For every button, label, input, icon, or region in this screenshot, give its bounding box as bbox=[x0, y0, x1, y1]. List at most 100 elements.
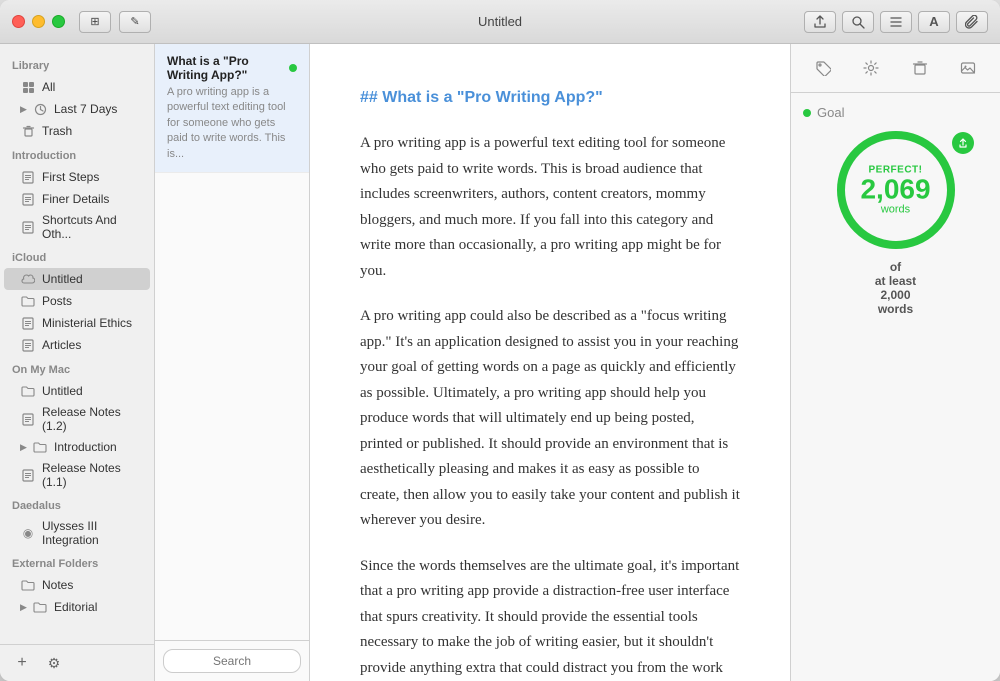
expand-arrow-last7: ▶ bbox=[20, 104, 30, 115]
stats-toolbar bbox=[791, 44, 1000, 93]
sidebar-item-posts[interactable]: Posts bbox=[4, 290, 150, 312]
sidebar-item-editorial-label: Editorial bbox=[54, 600, 97, 614]
search-input[interactable] bbox=[163, 649, 301, 673]
sidebar-toggle-button[interactable]: ⊞ bbox=[79, 11, 111, 33]
sheet-title: What is a "Pro Writing App?" bbox=[167, 54, 297, 82]
list-icon bbox=[889, 15, 903, 29]
trash-stats-icon bbox=[912, 60, 928, 76]
font-button[interactable]: A bbox=[918, 11, 950, 33]
tag-icon bbox=[815, 60, 831, 76]
sidebar-footer: + ⚙ bbox=[0, 644, 154, 681]
stats-content: Goal PERFECT! 2,069 words bbox=[791, 93, 1000, 681]
sheet-preview: A pro writing app is a powerful text edi… bbox=[167, 85, 297, 162]
settings-stats-icon bbox=[863, 60, 879, 76]
folder-icon-editorial bbox=[32, 599, 48, 615]
folder-icon-posts bbox=[20, 293, 36, 309]
sidebar-item-release-notes-11[interactable]: Release Notes (1.1) bbox=[4, 458, 150, 492]
sheet-item-pro-writing[interactable]: What is a "Pro Writing App?" A pro writi… bbox=[155, 44, 309, 173]
minimize-button[interactable] bbox=[32, 15, 45, 28]
sidebar-item-release-notes-12[interactable]: Release Notes (1.2) bbox=[4, 402, 150, 436]
add-icon: + bbox=[17, 654, 26, 672]
external-section-label: External Folders bbox=[0, 550, 154, 574]
sidebar-item-articles[interactable]: Articles bbox=[4, 334, 150, 356]
at-least-label: at least bbox=[875, 274, 916, 288]
search-button[interactable] bbox=[842, 11, 874, 33]
delete-stats-button[interactable] bbox=[906, 54, 934, 82]
sidebar-item-shortcuts[interactable]: Shortcuts And Oth... bbox=[4, 210, 150, 244]
image-stats-button[interactable] bbox=[954, 54, 982, 82]
titlebar: ⊞ ✎ Untitled bbox=[0, 0, 1000, 44]
sidebar-item-untitled-icloud[interactable]: Untitled bbox=[4, 268, 150, 290]
sheet-list: What is a "Pro Writing App?" A pro writi… bbox=[155, 44, 310, 681]
sidebar-item-trash[interactable]: Trash bbox=[4, 120, 150, 142]
sheet-list-footer bbox=[155, 640, 309, 681]
list-view-button[interactable] bbox=[880, 11, 912, 33]
sidebar-item-introduction-mac[interactable]: ▶ Introduction bbox=[4, 436, 150, 458]
sidebar-item-shortcuts-label: Shortcuts And Oth... bbox=[42, 213, 142, 241]
target-label: words bbox=[878, 302, 913, 316]
daedalus-section-label: Daedalus bbox=[0, 492, 154, 516]
tag-button[interactable] bbox=[809, 54, 837, 82]
image-icon bbox=[960, 60, 976, 76]
ulysses-icon: ◉ bbox=[20, 525, 36, 541]
goal-label: Goal bbox=[803, 105, 988, 120]
expand-arrow-intro: ▶ bbox=[20, 442, 30, 453]
circle-share-icon bbox=[958, 138, 968, 148]
sidebar-item-mac-untitled[interactable]: Untitled bbox=[4, 380, 150, 402]
edit-button[interactable]: ✎ bbox=[119, 11, 151, 33]
sidebar-item-ulysses[interactable]: ◉ Ulysses III Integration bbox=[4, 516, 150, 550]
doc-icon-release11 bbox=[20, 467, 36, 483]
sidebar-item-last7[interactable]: ▶ Last 7 Days bbox=[4, 98, 150, 120]
folder-icon-notes bbox=[20, 577, 36, 593]
font-icon: A bbox=[929, 14, 938, 29]
introduction-section-label: Introduction bbox=[0, 142, 154, 166]
sidebar-toggle-icon: ⊞ bbox=[90, 15, 99, 28]
goal-sublabel: of at least 2,000 words bbox=[803, 260, 988, 316]
window-title-text: Untitled bbox=[478, 14, 522, 29]
circle-share-button[interactable] bbox=[952, 132, 974, 154]
sidebar-item-last7-label: Last 7 Days bbox=[54, 102, 117, 116]
sidebar-item-trash-label: Trash bbox=[42, 124, 72, 138]
trash-icon bbox=[20, 123, 36, 139]
sidebar-item-release11-label: Release Notes (1.1) bbox=[42, 461, 142, 489]
sidebar-item-release12-label: Release Notes (1.2) bbox=[42, 405, 142, 433]
editor-paragraph-3: Since the words themselves are the ultim… bbox=[360, 554, 740, 681]
window-title: Untitled bbox=[478, 14, 522, 29]
sidebar-item-editorial[interactable]: ▶ Editorial bbox=[4, 596, 150, 618]
settings-icon: ⚙ bbox=[48, 655, 61, 672]
sidebar-item-first-steps[interactable]: First Steps bbox=[4, 166, 150, 188]
icloud-section-label: iCloud bbox=[0, 244, 154, 268]
share-icon bbox=[813, 15, 827, 29]
sidebar-item-first-steps-label: First Steps bbox=[42, 170, 99, 184]
sheet-list-scroll: What is a "Pro Writing App?" A pro writi… bbox=[155, 44, 309, 640]
sidebar-scroll: Library All ▶ Last 7 Days bbox=[0, 44, 154, 644]
goal-dot bbox=[803, 109, 811, 117]
sidebar-item-ministerial-label: Ministerial Ethics bbox=[42, 316, 132, 330]
all-icon bbox=[20, 79, 36, 95]
sidebar-item-intro-mac-label: Introduction bbox=[54, 440, 117, 454]
doc-icon-firststeps bbox=[20, 169, 36, 185]
sidebar-item-articles-label: Articles bbox=[42, 338, 81, 352]
folder-icon-mac-untitled bbox=[20, 383, 36, 399]
settings-stats-button[interactable] bbox=[857, 54, 885, 82]
sidebar-item-finer-details[interactable]: Finer Details bbox=[4, 188, 150, 210]
of-label: of bbox=[890, 260, 901, 274]
settings-button[interactable]: ⚙ bbox=[42, 653, 66, 673]
sheet-dot bbox=[289, 64, 297, 72]
add-button[interactable]: + bbox=[10, 653, 34, 673]
mac-section-label: On My Mac bbox=[0, 356, 154, 380]
share-button[interactable] bbox=[804, 11, 836, 33]
editor[interactable]: ## What is a "Pro Writing App?" A pro wr… bbox=[310, 44, 790, 681]
sidebar-item-notes-label: Notes bbox=[42, 578, 73, 592]
attach-button[interactable] bbox=[956, 11, 988, 33]
maximize-button[interactable] bbox=[52, 15, 65, 28]
titlebar-right-controls: A bbox=[804, 11, 988, 33]
close-button[interactable] bbox=[12, 15, 25, 28]
sidebar-item-all[interactable]: All bbox=[4, 76, 150, 98]
sidebar: Library All ▶ Last 7 Days bbox=[0, 44, 155, 681]
word-count: 2,069 bbox=[860, 176, 930, 204]
sidebar-item-ministerial[interactable]: Ministerial Ethics bbox=[4, 312, 150, 334]
sidebar-item-notes[interactable]: Notes bbox=[4, 574, 150, 596]
app-window: ⊞ ✎ Untitled bbox=[0, 0, 1000, 681]
doc-icon-release12 bbox=[20, 411, 36, 427]
